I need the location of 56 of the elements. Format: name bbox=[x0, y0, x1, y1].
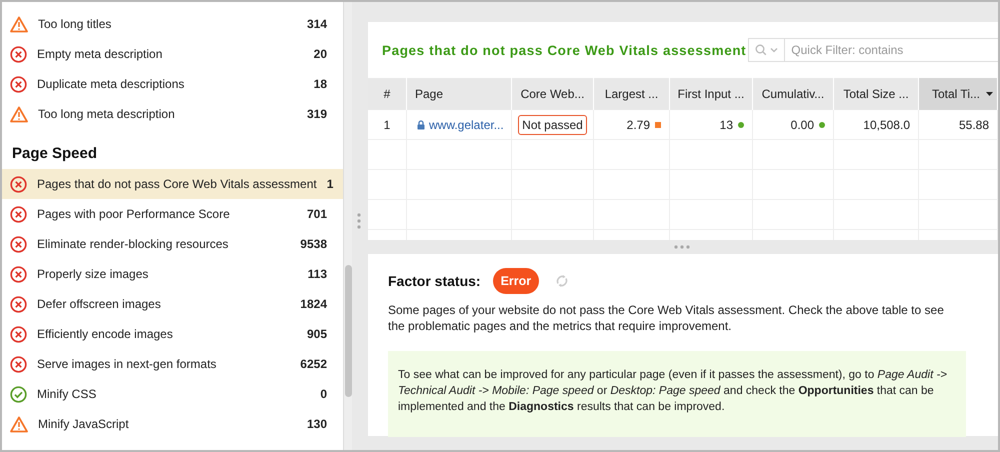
page-link[interactable]: www.gelater... bbox=[417, 118, 504, 132]
column-header[interactable]: Largest ... bbox=[594, 78, 670, 110]
error-icon bbox=[10, 266, 27, 282]
error-icon bbox=[10, 46, 27, 62]
description-text: Some pages of your website do not pass the Core Web Vitals assessment. Check the above table to see the problematic pages and the metrics that require improvement. bbox=[388, 302, 945, 334]
warning-icon bbox=[10, 416, 28, 432]
issue-item[interactable]: Defer offscreen images 1824 bbox=[2, 289, 343, 319]
error-icon bbox=[10, 326, 27, 342]
warning-icon bbox=[10, 106, 28, 122]
table-cell: 1 bbox=[384, 118, 390, 132]
column-header[interactable]: Core Web... bbox=[512, 78, 594, 110]
splitter-handle-icon[interactable] bbox=[357, 213, 361, 229]
tip-text: To see what can be improved for any particular page (even if it passes the assessment), go to Page Audit -> Technical Audit -> Mobile: Page speed or Desktop: Page speed and check the Opportunities that can be implemented and the Diagnostics results that can be improved. bbox=[398, 368, 948, 415]
report-title: Pages that do not pass Core Web Vitals assessment bbox=[382, 42, 746, 58]
scrollbar-thumb[interactable] bbox=[345, 265, 352, 397]
error-icon bbox=[10, 236, 27, 252]
issue-item[interactable]: Serve images in next-gen formats 6252 bbox=[2, 349, 343, 379]
status-badge: Not passed bbox=[518, 114, 587, 134]
issue-item[interactable]: Properly size images 113 bbox=[2, 259, 343, 289]
column-header[interactable]: Cumulativ... bbox=[753, 78, 834, 110]
issue-item[interactable]: Duplicate meta descriptions 18 bbox=[2, 69, 343, 99]
search-field[interactable]: Quick Filter: contains bbox=[785, 38, 998, 62]
error-icon bbox=[10, 356, 27, 372]
lock-icon bbox=[417, 120, 425, 130]
search-options-button[interactable] bbox=[748, 38, 786, 62]
table-cell: 55.88 bbox=[958, 118, 989, 132]
issue-item[interactable]: Empty meta description 20 bbox=[2, 39, 343, 69]
error-icon bbox=[10, 76, 27, 92]
issue-item[interactable]: Minify JavaScript 130 bbox=[2, 409, 343, 439]
status-badge: Error bbox=[492, 268, 540, 294]
splitter-handle-icon[interactable] bbox=[674, 245, 690, 249]
table-cell: 2.79 bbox=[626, 118, 650, 132]
table-cell: 10,508.0 bbox=[863, 118, 910, 132]
column-header[interactable]: # bbox=[368, 78, 407, 110]
refresh-icon[interactable] bbox=[555, 274, 570, 288]
column-header[interactable]: Total Ti... bbox=[919, 78, 998, 110]
search-icon[interactable] bbox=[754, 44, 779, 56]
issue-item[interactable]: Eliminate render-blocking resources 9538 bbox=[2, 229, 343, 259]
check-icon bbox=[10, 386, 27, 402]
issue-item[interactable]: Pages that do not pass Core Web Vitals assessment 1 bbox=[2, 169, 343, 199]
issue-item[interactable]: Pages with poor Performance Score 701 bbox=[2, 199, 343, 229]
section-heading: Page Speed bbox=[11, 144, 98, 164]
table-cell: 13 bbox=[720, 118, 733, 132]
error-icon bbox=[10, 176, 27, 192]
issue-item[interactable]: Minify CSS 0 bbox=[2, 379, 343, 409]
error-icon bbox=[10, 296, 27, 312]
column-header[interactable]: Page bbox=[407, 78, 512, 110]
issue-item[interactable]: Too long titles 314 bbox=[2, 9, 343, 39]
table-cell: 0.00 bbox=[790, 118, 814, 132]
warning-icon bbox=[10, 16, 28, 32]
column-header[interactable]: First Input ... bbox=[670, 78, 753, 110]
sort-caret-icon bbox=[986, 92, 993, 96]
issue-item[interactable]: Too long meta description 319 bbox=[2, 99, 343, 129]
factor-status-label: Factor status: bbox=[388, 273, 481, 289]
issue-item[interactable]: Efficiently encode images 905 bbox=[2, 319, 343, 349]
error-icon bbox=[10, 206, 27, 222]
